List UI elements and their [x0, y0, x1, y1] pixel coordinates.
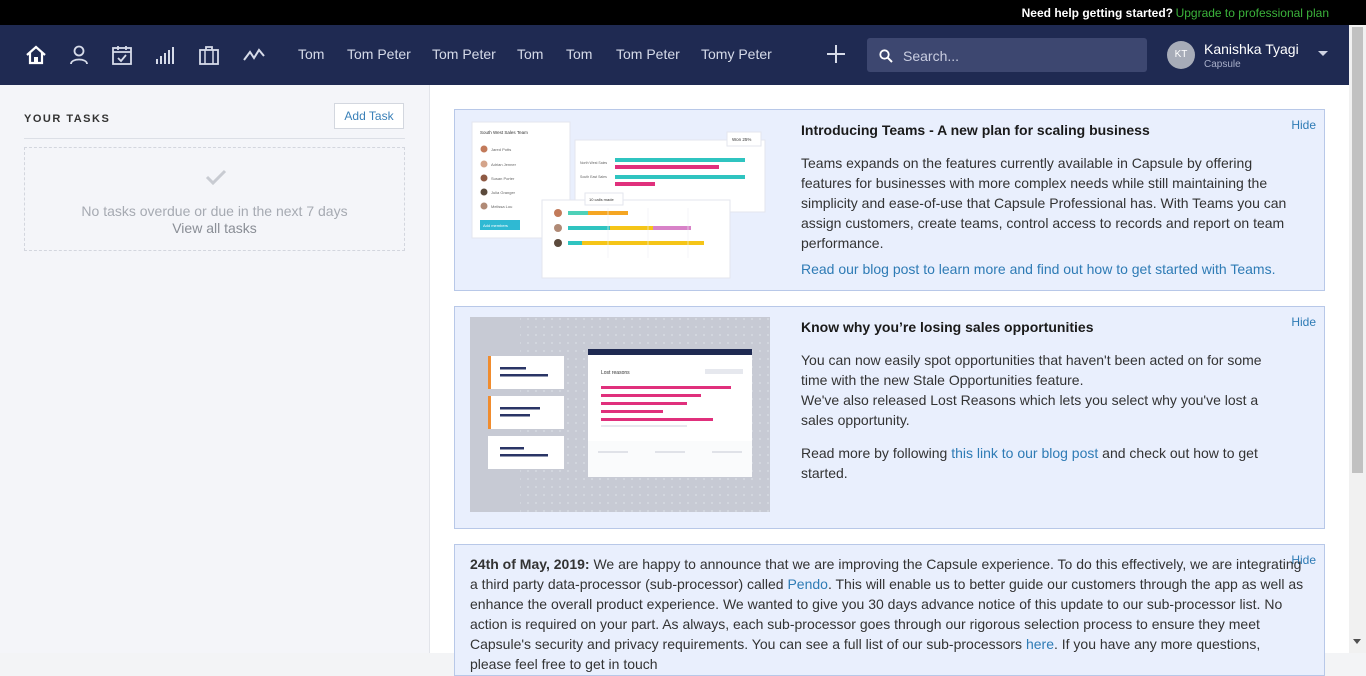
view-all-tasks-link[interactable]: View all tasks [25, 220, 404, 236]
nav-tab-tom-peter-3[interactable]: Tom Peter [616, 46, 680, 62]
card-body-stale: You can now easily spot opportunities th… [801, 352, 1262, 388]
nav-tab-tom-1[interactable]: Tom [298, 46, 324, 62]
briefcase-icon[interactable] [196, 42, 222, 68]
nav-tab-tom-3[interactable]: Tom [566, 46, 592, 62]
illus-row-1: North West Sales [580, 161, 607, 165]
illus-team-title: South West Sales Team [480, 130, 528, 135]
divider [24, 138, 405, 139]
user-name: Kanishka Tyagi [1204, 41, 1299, 57]
pendo-link[interactable]: Pendo [787, 576, 827, 592]
scrollbar[interactable] [1349, 25, 1366, 653]
illus-row-2: South East Sales [580, 175, 607, 179]
search-box [867, 38, 1147, 72]
user-org: Capsule [1204, 59, 1241, 70]
tasks-empty-state: No tasks overdue or due in the next 7 da… [24, 147, 405, 251]
card-body-teams: Teams expands on the features currently … [801, 155, 1287, 251]
illus-member-3: Susan Porter [491, 176, 515, 181]
scrollbar-thumb[interactable] [1352, 27, 1363, 473]
card-title-teams: Introducing Teams - A new plan for scali… [801, 122, 1150, 138]
scroll-down-arrow-icon[interactable] [1353, 639, 1361, 644]
announcement-card-teams: South West Sales Team Jared Potts Adrian… [454, 109, 1325, 291]
main-content: South West Sales Team Jared Potts Adrian… [430, 85, 1349, 676]
nav-tab-tom-peter-2[interactable]: Tom Peter [432, 46, 496, 62]
teams-blog-link[interactable]: Read our blog post to learn more and fin… [801, 261, 1275, 277]
top-bar: Need help getting started? Upgrade to pr… [0, 0, 1366, 25]
hide-link-1[interactable]: Hide [1291, 118, 1316, 132]
sub-processors-link[interactable]: here [1026, 636, 1054, 652]
checkmark-icon [205, 169, 227, 186]
blog-post-link[interactable]: this link to our blog post [951, 445, 1098, 461]
illus-member-2: Adrian Jenner [491, 162, 517, 167]
card-body-pendo: 24th of May, 2019: We are happy to annou… [470, 556, 1304, 672]
illus-lost-title: Lost reasons [601, 370, 630, 376]
search-icon [879, 49, 893, 63]
empty-message: No tasks overdue or due in the next 7 da… [81, 203, 348, 219]
chevron-down-icon[interactable] [1318, 51, 1328, 56]
search-input[interactable] [901, 45, 1135, 67]
illus-member-4: Julia Granger [491, 190, 516, 195]
card-title-lost-opportunities: Know why you’re losing sales opportuniti… [801, 319, 1094, 335]
avatar: KT [1167, 41, 1195, 69]
announcement-date: 24th of May, 2019: [470, 556, 590, 572]
add-task-button[interactable]: Add Task [334, 103, 404, 129]
help-text: Need help getting started? [1021, 6, 1173, 20]
nav-tab-tom-peter-1[interactable]: Tom Peter [347, 46, 411, 62]
card-body-lost-reasons: We've also released Lost Reasons which l… [801, 392, 1259, 428]
upgrade-link[interactable]: Upgrade to professional plan [1176, 6, 1329, 20]
illus-add-members: Add members [483, 223, 508, 228]
lost-reasons-illustration: Lost reasons [470, 317, 770, 512]
calendar-icon[interactable] [109, 42, 135, 68]
teams-illustration: South West Sales Team Jared Potts Adrian… [471, 121, 766, 279]
illus-calls: 10 calls made [589, 197, 614, 202]
main-nav: Tom Tom Peter Tom Peter Tom Tom Tom Pete… [0, 25, 1349, 85]
illus-member-1: Jared Potts [491, 147, 511, 152]
hide-link-2[interactable]: Hide [1291, 315, 1316, 329]
add-icon[interactable] [823, 41, 849, 67]
person-icon[interactable] [66, 42, 92, 68]
announcement-card-pendo: Hide 24th of May, 2019: We are happy to … [454, 544, 1325, 676]
illus-badge: Won 25% [732, 137, 751, 142]
nav-tab-tomy-peter[interactable]: Tomy Peter [701, 46, 772, 62]
tasks-title: YOUR TASKS [24, 113, 111, 125]
bar-chart-icon[interactable] [152, 42, 178, 68]
card-body-read-more: Read more by following this link to our … [801, 445, 1258, 481]
sidebar: YOUR TASKS Add Task No tasks overdue or … [0, 85, 430, 653]
illus-member-5: Melissa Lou [491, 204, 512, 209]
nav-tab-tom-2[interactable]: Tom [517, 46, 543, 62]
announcement-card-lost-opportunities: Lost reasons Know why you’re losing sale… [454, 306, 1325, 529]
activity-icon[interactable] [241, 42, 267, 68]
home-icon[interactable] [23, 42, 49, 68]
